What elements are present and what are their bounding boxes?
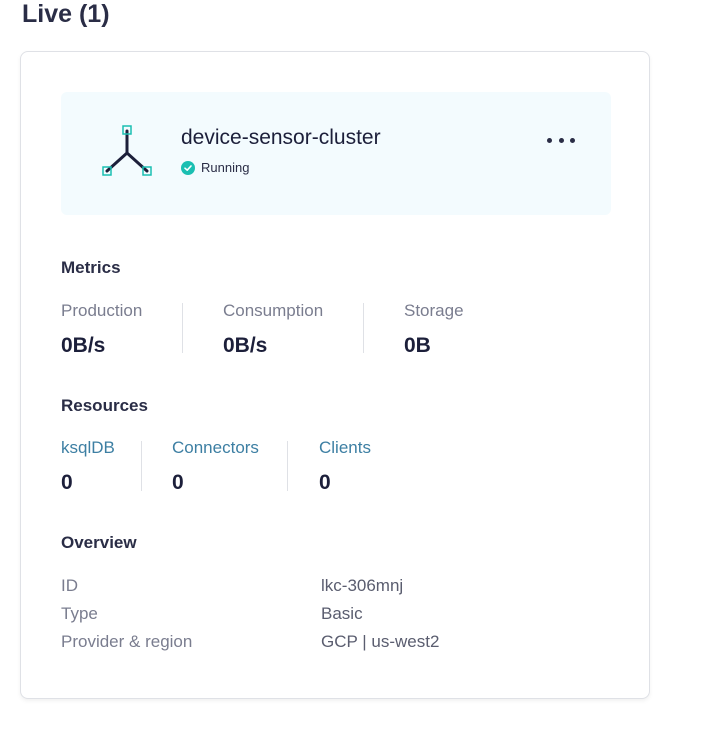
overview-value: GCP | us-west2 bbox=[321, 632, 440, 651]
metric-consumption: Consumption 0B/s bbox=[223, 300, 323, 358]
metrics-title: Metrics bbox=[61, 258, 121, 277]
resource-link-clients[interactable]: Clients bbox=[319, 437, 371, 459]
more-options-button[interactable] bbox=[547, 130, 575, 150]
divider bbox=[287, 441, 288, 491]
overview-key: ID bbox=[61, 576, 78, 595]
divider bbox=[182, 303, 183, 353]
overview-value: Basic bbox=[321, 604, 363, 623]
more-horizontal-icon bbox=[547, 137, 552, 143]
status-text: Running bbox=[201, 160, 250, 175]
cluster-topology-icon bbox=[102, 125, 152, 176]
resource-link-ksqldb[interactable]: ksqlDB bbox=[61, 437, 115, 459]
metric-production: Production 0B/s bbox=[61, 300, 142, 358]
metric-label: Production bbox=[61, 301, 143, 320]
metric-value: 0B bbox=[404, 334, 431, 357]
divider bbox=[363, 303, 364, 353]
metric-storage: Storage 0B bbox=[404, 300, 464, 358]
metric-value: 0B/s bbox=[223, 334, 268, 357]
divider bbox=[141, 441, 142, 491]
resource-value: 0 bbox=[319, 471, 331, 494]
resource-value: 0 bbox=[61, 471, 73, 494]
resource-ksqldb[interactable]: ksqlDB 0 bbox=[61, 437, 115, 495]
resource-link-connectors[interactable]: Connectors bbox=[172, 437, 259, 459]
overview-title: Overview bbox=[61, 533, 137, 552]
overview-value: lkc-306mnj bbox=[321, 576, 404, 595]
metric-value: 0B/s bbox=[61, 334, 106, 357]
resource-value: 0 bbox=[172, 471, 184, 494]
cluster-card[interactable]: device-sensor-cluster Running Metrics Pr… bbox=[20, 51, 650, 699]
cluster-header: device-sensor-cluster Running bbox=[61, 92, 611, 215]
check-circle-icon bbox=[181, 160, 195, 175]
status-badge: Running bbox=[181, 160, 249, 175]
metric-label: Consumption bbox=[223, 301, 324, 320]
overview-key: Provider & region bbox=[61, 632, 193, 651]
resources-title: Resources bbox=[61, 396, 148, 415]
metric-label: Storage bbox=[404, 301, 464, 320]
overview-key: Type bbox=[61, 604, 98, 623]
resource-clients[interactable]: Clients 0 bbox=[319, 437, 371, 495]
resource-connectors[interactable]: Connectors 0 bbox=[172, 437, 259, 495]
section-title: Live (1) bbox=[22, 0, 110, 28]
cluster-name[interactable]: device-sensor-cluster bbox=[181, 124, 381, 152]
